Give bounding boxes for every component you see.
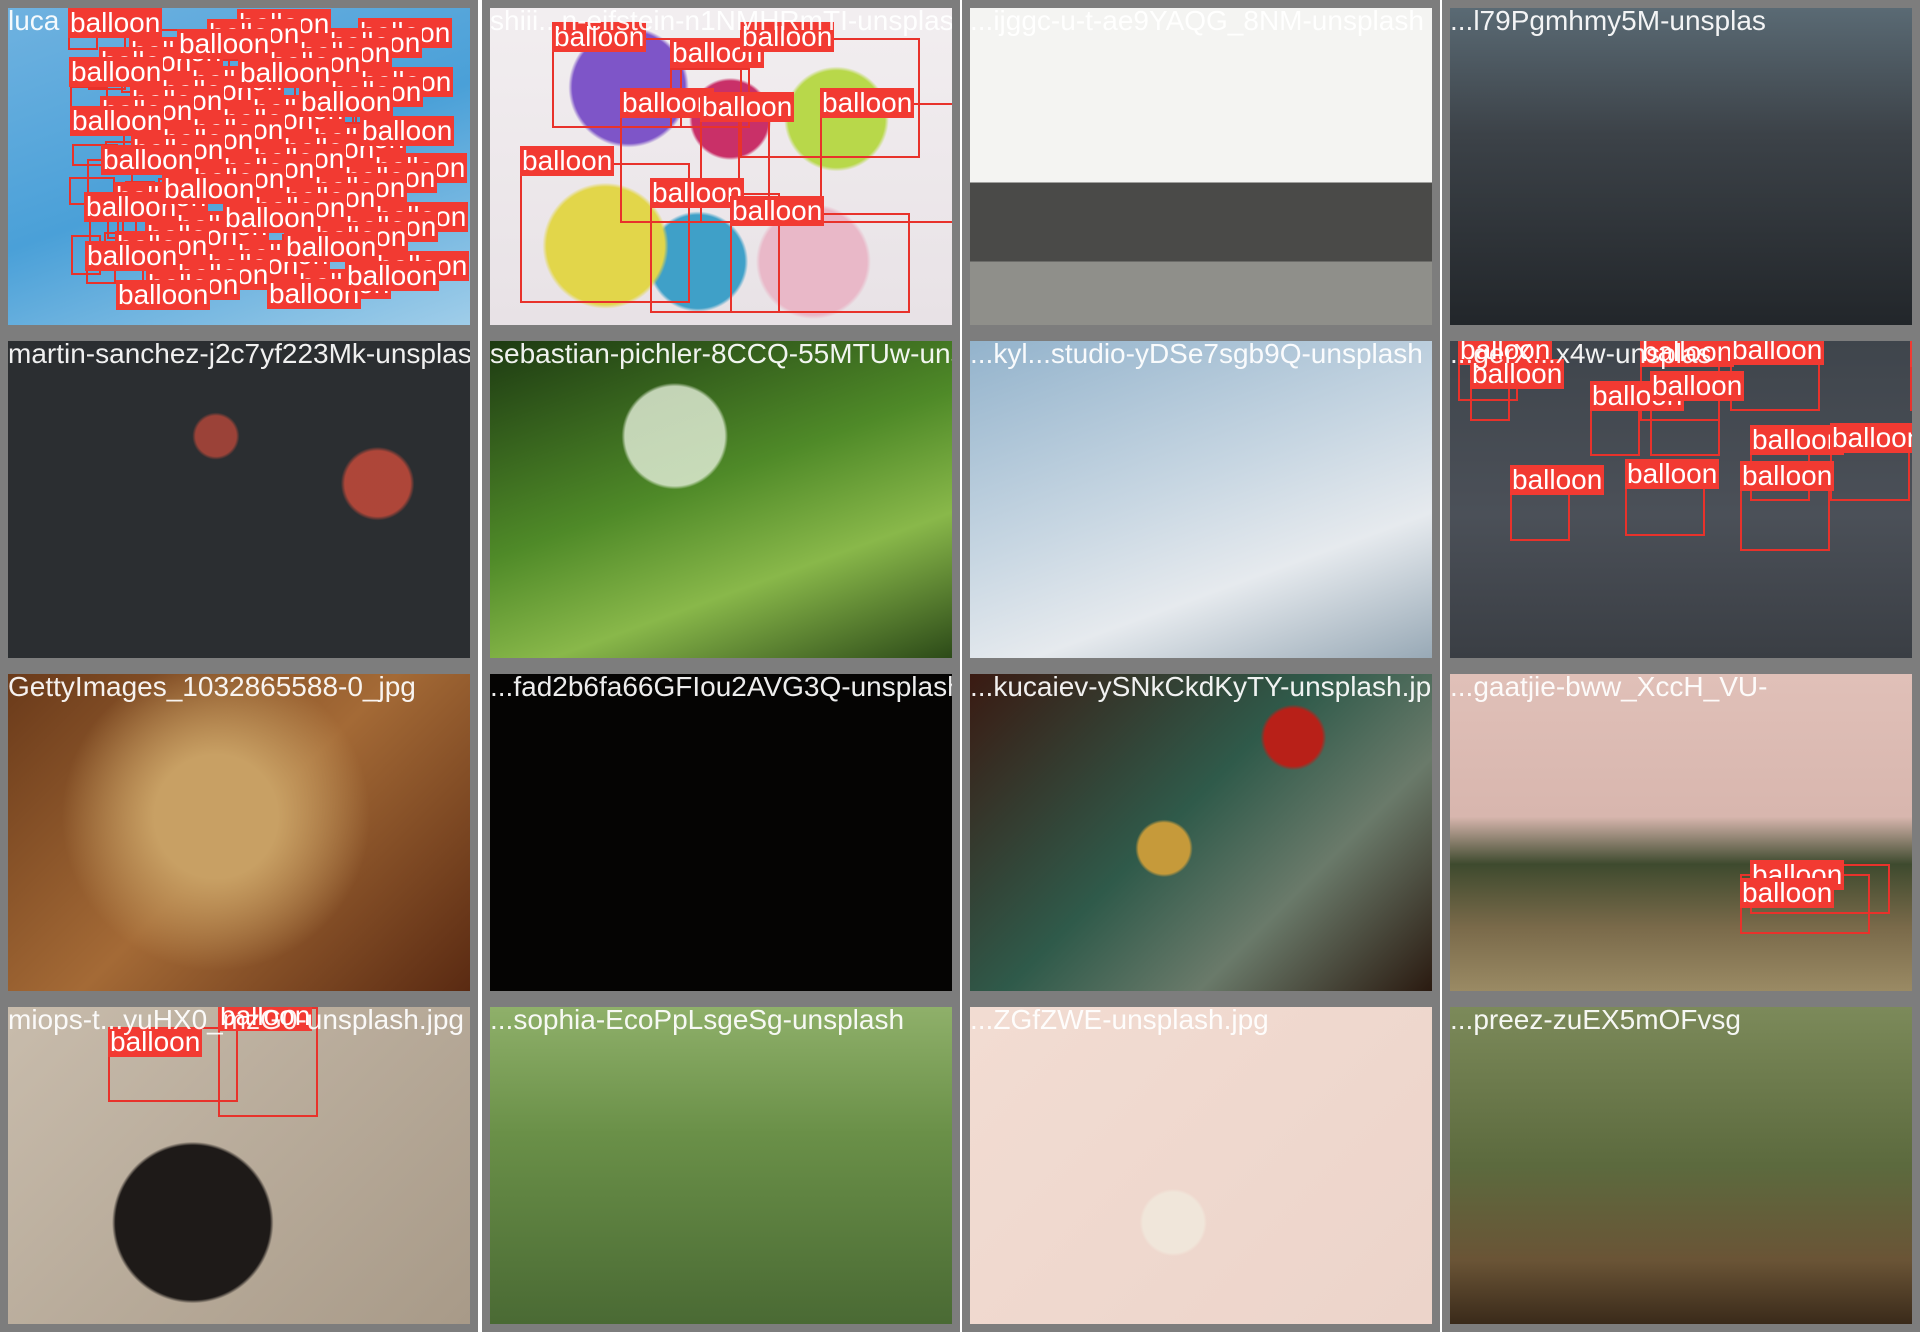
detection-label: balloon: [68, 7, 163, 38]
tile-filename: ...sophia-EcoPpLsgeSg-unsplash: [490, 1004, 905, 1035]
tile-image: [970, 8, 1432, 325]
result-tile[interactable]: martin-sanchez-j2c7yf223Mk-unsplash.jpg: [0, 333, 478, 666]
result-tile[interactable]: sebastian-pichler-8CCQ-55MTUw-unsplash: [482, 333, 960, 666]
tile-filename: ...l79Pgmhmy5M-unsplas: [1450, 5, 1766, 36]
detection-label: balloon: [820, 87, 915, 118]
tile-filename: ...ZGfZWE-unsplash.jpg: [970, 1004, 1269, 1035]
detection-label: balloon: [70, 105, 165, 136]
detection-label: balloon: [116, 279, 211, 310]
result-tile[interactable]: shiii...n-eifstein-n1NMHRmTI-unsplash bal…: [482, 0, 960, 333]
tile-filename: ...fad2b6fa66GFIou2AVG3Q-unsplash.jpg: [490, 671, 960, 702]
tile-image: [490, 674, 952, 991]
tile-image: [490, 1007, 952, 1324]
tile-image: [970, 674, 1432, 991]
tile-filename: ...kucaiev-ySNkCkdKyTY-unsplash.jpg: [970, 671, 1440, 702]
detection-box: [730, 213, 910, 313]
detection-results-grid: luca balloon balloon balloon balloon balloon b…: [0, 0, 1920, 1332]
detection-label: balloon: [284, 231, 379, 262]
result-tile[interactable]: ...preez-zuEX5mOFvsg: [1442, 999, 1920, 1332]
detection-box: [820, 103, 952, 223]
result-tile[interactable]: ...gerX...x4w-unsplas balloon balloon ballo…: [1442, 333, 1920, 666]
detection-label: balloon: [69, 56, 164, 87]
detection-label: balloon: [162, 173, 257, 204]
detection-label: balloon: [1730, 334, 1825, 365]
detection-label: balloon: [1510, 464, 1605, 495]
result-tile[interactable]: ...l79Pgmhmy5M-unsplas: [1442, 0, 1920, 333]
result-tile[interactable]: ...ijggc-u-t-ae9YAQG_8NM-unsplash: [962, 0, 1440, 333]
tile-filename: martin-sanchez-j2c7yf223Mk-unsplash.jpg: [8, 338, 472, 369]
tile-image: [1450, 8, 1912, 325]
tile-filename: ...ijggc-u-t-ae9YAQG_8NM-unsplash: [970, 5, 1424, 36]
tile-image: [970, 1007, 1432, 1324]
detection-label: balloon: [520, 145, 615, 176]
tile-image: [1450, 674, 1912, 991]
tile-filename: ...kyl...studio-yDSe7sgb9Q-unsplash: [970, 338, 1423, 369]
detection-label: balloon: [1910, 341, 1912, 367]
result-tile[interactable]: ...gaatjie-bww_XccH_VU-balloon balloon: [1442, 666, 1920, 999]
detection-box: [1740, 481, 1830, 551]
result-tile[interactable]: GettyImages_1032865588-0_jpg: [0, 666, 478, 999]
detection-label: balloon: [1650, 370, 1745, 401]
tile-filename: ...gerX...x4w-unsplas: [1450, 338, 1712, 369]
result-tile[interactable]: luca balloon balloon balloon balloon balloon b…: [0, 0, 478, 333]
tile-image: [1450, 1007, 1912, 1324]
detection-label: balloon: [177, 28, 272, 59]
detection-label: balloon: [223, 202, 318, 233]
tile-image: [8, 674, 470, 991]
tile-image: [8, 341, 470, 658]
result-tile[interactable]: ...ZGfZWE-unsplash.jpg: [962, 999, 1440, 1332]
detection-label: balloon: [85, 240, 180, 271]
result-tile[interactable]: miops-t...yuHX0_mzG0-unsplash.jpg balloon…: [0, 999, 478, 1332]
tile-filename: luca: [8, 5, 60, 36]
detection-label: balloon: [1740, 877, 1835, 908]
tile-filename: ...preez-zuEX5mOFvsg: [1450, 1004, 1741, 1035]
tile-filename: shiii...n-eifstein-n1NMHRmTI-unsplash: [490, 5, 960, 36]
tile-filename: sebastian-pichler-8CCQ-55MTUw-unsplash: [490, 338, 960, 369]
detection-label: balloon: [360, 115, 455, 146]
tile-image: [970, 341, 1432, 658]
detection-label: balloon: [1740, 460, 1835, 491]
result-tile[interactable]: ...fad2b6fa66GFIou2AVG3Q-unsplash.jpg: [482, 666, 960, 999]
tile-filename: miops-t...yuHX0_mzG0-unsplash.jpg: [8, 1004, 464, 1035]
tile-image: [490, 341, 952, 658]
tile-filename: GettyImages_1032865588-0_jpg: [8, 671, 416, 702]
detection-label: balloon: [238, 57, 333, 88]
detection-label: balloon: [101, 144, 196, 175]
result-tile[interactable]: ...kyl...studio-yDSe7sgb9Q-unsplash: [962, 333, 1440, 666]
detection-label: balloon: [1625, 458, 1720, 489]
result-tile[interactable]: ...sophia-EcoPpLsgeSg-unsplash: [482, 999, 960, 1332]
detection-label: balloon: [1830, 423, 1912, 453]
detection-label: balloon: [299, 86, 394, 117]
result-tile[interactable]: ...kucaiev-ySNkCkdKyTY-unsplash.jpg: [962, 666, 1440, 999]
detection-label: balloon: [345, 260, 440, 291]
detection-label: balloon: [700, 91, 795, 122]
tile-filename: ...gaatjie-bww_XccH_VU-: [1450, 671, 1768, 702]
detection-label: balloon: [730, 195, 825, 226]
